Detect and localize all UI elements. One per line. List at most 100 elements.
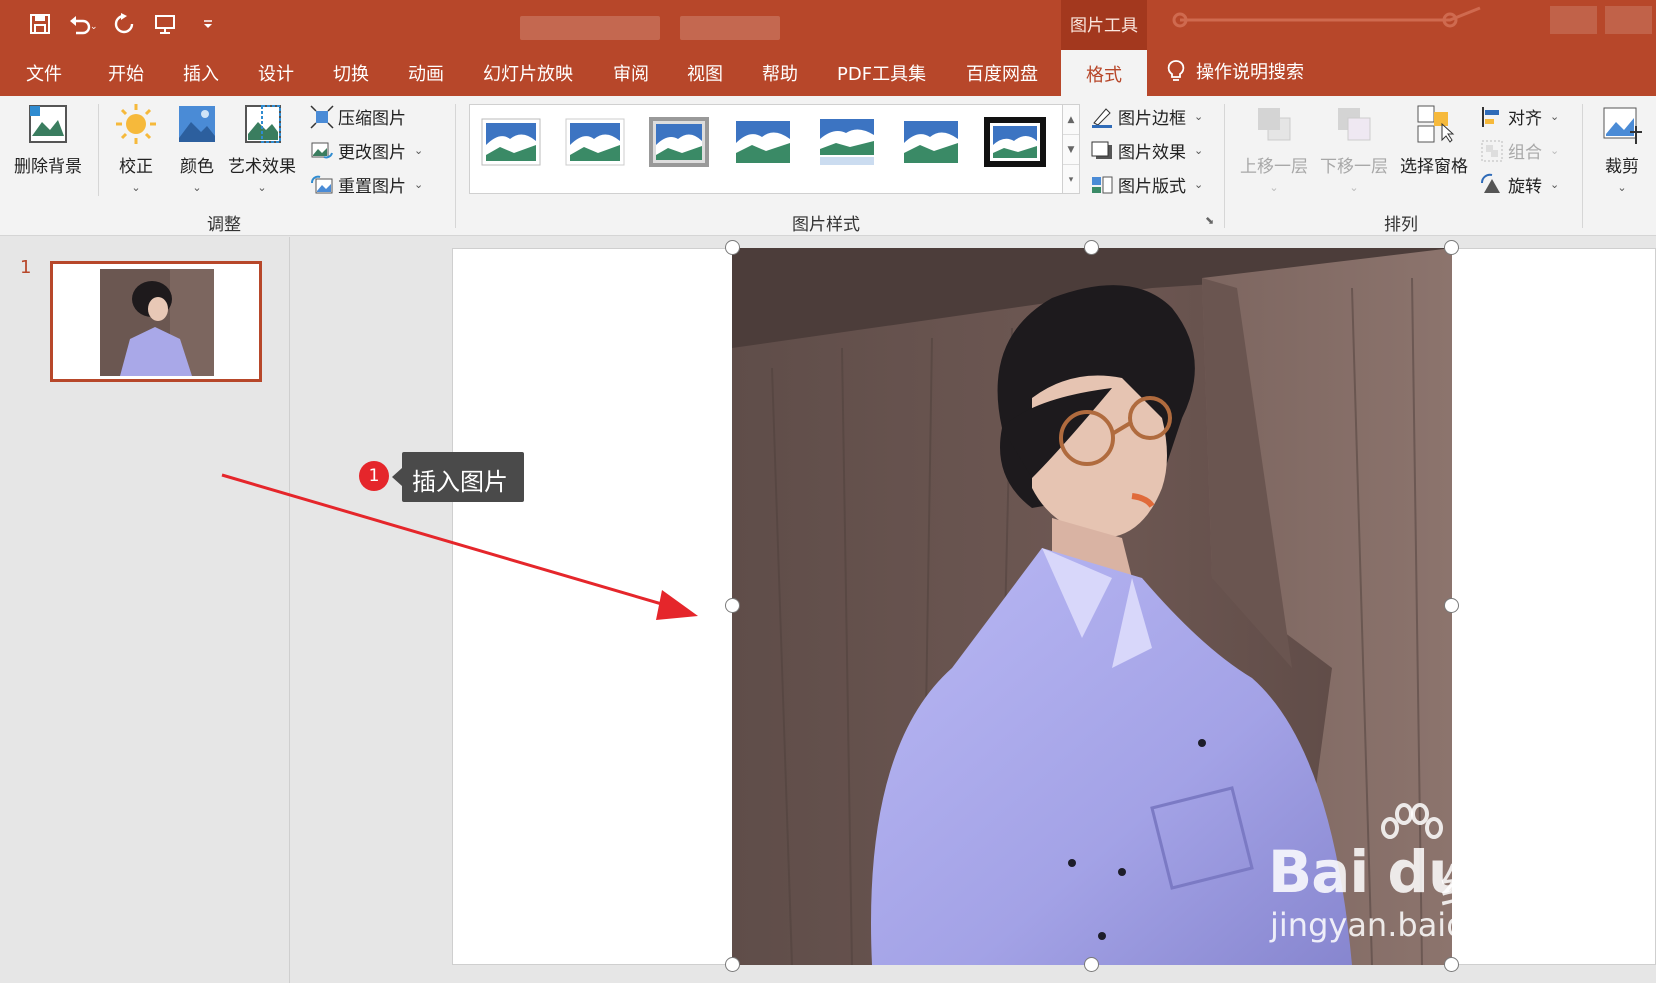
- dialog-launcher-icon[interactable]: ⬊: [1205, 214, 1214, 227]
- resize-handle-left[interactable]: [725, 598, 740, 613]
- resize-handle-top-right[interactable]: [1444, 240, 1459, 255]
- resize-handle-top[interactable]: [1084, 240, 1099, 255]
- undo-icon[interactable]: ⌄: [68, 10, 96, 38]
- style-thumbnail[interactable]: [564, 115, 626, 169]
- resize-handle-bottom-left[interactable]: [725, 957, 740, 972]
- corrections-label: 校正: [119, 157, 153, 177]
- arrange-group-label: 排列: [1384, 215, 1418, 235]
- style-thumbnail[interactable]: [816, 115, 878, 169]
- present-from-start-icon[interactable]: [152, 10, 180, 38]
- group-button[interactable]: 组合 ⌄: [1480, 138, 1559, 163]
- crop-label: 裁剪: [1605, 157, 1639, 177]
- rotate-icon: [1481, 173, 1500, 193]
- group-label: 组合: [1508, 143, 1542, 163]
- style-thumbnail[interactable]: [984, 115, 1046, 169]
- style-thumbnail[interactable]: [900, 115, 962, 169]
- selection-pane-label: 选择窗格: [1400, 157, 1468, 177]
- selection-pane-icon: [1417, 105, 1455, 143]
- style-thumbnail[interactable]: [480, 115, 542, 169]
- chevron-down-icon: ⌄: [192, 181, 202, 194]
- chevron-down-icon: ⌄: [1349, 181, 1359, 194]
- picture-tools-label: 图片工具: [1070, 16, 1138, 36]
- picture-styles-gallery: [469, 104, 1079, 194]
- gallery-down-icon[interactable]: ▼: [1063, 135, 1079, 165]
- blurred-filename: [520, 16, 660, 40]
- tab-format[interactable]: 格式: [1061, 50, 1147, 96]
- tab-help[interactable]: 帮助: [762, 60, 798, 86]
- tab-slideshow[interactable]: 幻灯片放映: [483, 60, 573, 86]
- resize-handle-bottom[interactable]: [1084, 957, 1099, 972]
- style-thumbnail[interactable]: [648, 115, 710, 169]
- picture-layout-label: 图片版式: [1118, 177, 1186, 197]
- picture-layout-icon: [1092, 176, 1113, 193]
- reset-picture-button[interactable]: 重置图片 ⌄: [310, 172, 423, 197]
- chevron-down-icon: ⌄: [1269, 181, 1279, 194]
- tab-animations[interactable]: 动画: [408, 60, 444, 86]
- align-icon: [1482, 106, 1499, 127]
- lightbulb-icon: [1167, 60, 1185, 81]
- chevron-down-icon: ⌄: [1617, 181, 1627, 194]
- rotate-label: 旋转: [1508, 177, 1542, 197]
- crop-icon: [1603, 107, 1642, 144]
- style-thumbnail[interactable]: [732, 115, 794, 169]
- chevron-down-icon: ⌄: [257, 181, 267, 194]
- picture-effects-button[interactable]: 图片效果 ⌄: [1090, 138, 1203, 163]
- resize-handle-bottom-right[interactable]: [1444, 957, 1459, 972]
- resize-handle-top-left[interactable]: [725, 240, 740, 255]
- tab-pdf-tools[interactable]: PDF工具集: [837, 60, 926, 86]
- adjust-group-label: 调整: [207, 215, 241, 235]
- bring-forward-button[interactable]: 上移一层 ⌄: [1240, 102, 1308, 194]
- chevron-down-icon: ⌄: [131, 181, 141, 194]
- chevron-down-icon: ⌄: [414, 178, 424, 191]
- corrections-button[interactable]: 校正 ⌄: [114, 102, 158, 194]
- tab-home[interactable]: 开始: [108, 60, 144, 86]
- tab-transitions[interactable]: 切换: [333, 60, 369, 86]
- maximize-button[interactable]: [1605, 6, 1652, 34]
- slide-number: 1: [20, 257, 32, 278]
- picture-border-button[interactable]: 图片边框 ⌄: [1090, 104, 1203, 129]
- artistic-effects-button[interactable]: 艺术效果 ⌄: [228, 102, 296, 194]
- chevron-down-icon: ⌄: [1550, 110, 1560, 123]
- artistic-effects-label: 艺术效果: [228, 157, 296, 177]
- tab-review[interactable]: 审阅: [613, 60, 649, 86]
- color-button[interactable]: 颜色 ⌄: [175, 102, 219, 194]
- tab-view[interactable]: 视图: [687, 60, 723, 86]
- color-label: 颜色: [180, 157, 214, 177]
- thumbnail-picture: [100, 269, 214, 376]
- gallery-scroll[interactable]: ▲ ▼ ▾: [1062, 104, 1080, 194]
- customize-qat-icon[interactable]: [194, 10, 222, 38]
- watermark-brand: Bai du: [1268, 838, 1469, 906]
- slide-thumbnail[interactable]: [50, 261, 262, 382]
- compress-pictures-button[interactable]: 压缩图片: [310, 104, 406, 129]
- group-separator: [98, 104, 99, 196]
- selection-pane-button[interactable]: 选择窗格: [1400, 102, 1468, 177]
- remove-background-button[interactable]: 删除背景: [14, 102, 82, 177]
- tab-design[interactable]: 设计: [258, 60, 294, 86]
- save-icon[interactable]: [26, 10, 54, 38]
- gallery-more-icon[interactable]: ▾: [1063, 165, 1079, 195]
- watermark-url: jingyan.baidu.com: [1270, 906, 1566, 944]
- picture-layout-button[interactable]: 图片版式 ⌄: [1090, 172, 1203, 197]
- change-picture-button[interactable]: 更改图片 ⌄: [310, 138, 423, 163]
- tell-me-search[interactable]: 操作说明搜索: [1166, 58, 1304, 84]
- crop-button[interactable]: 裁剪 ⌄: [1600, 102, 1644, 194]
- send-backward-button[interactable]: 下移一层 ⌄: [1320, 102, 1388, 194]
- redo-icon[interactable]: [110, 10, 138, 38]
- picture-effects-label: 图片效果: [1118, 143, 1186, 163]
- align-button[interactable]: 对齐 ⌄: [1480, 104, 1559, 129]
- group-separator: [455, 104, 456, 228]
- resize-handle-right[interactable]: [1444, 598, 1459, 613]
- gallery-up-icon[interactable]: ▲: [1063, 105, 1079, 135]
- tab-insert[interactable]: 插入: [183, 60, 219, 86]
- picture-styles-group-label: 图片样式: [792, 215, 860, 235]
- chevron-down-icon: ⌄: [1550, 178, 1560, 191]
- chevron-down-icon: ⌄: [1194, 178, 1204, 191]
- remove-background-label: 删除背景: [14, 157, 82, 177]
- change-picture-label: 更改图片: [338, 143, 406, 163]
- bring-forward-icon: [1258, 108, 1291, 141]
- tab-file[interactable]: 文件: [26, 60, 62, 86]
- rotate-button[interactable]: 旋转 ⌄: [1480, 172, 1559, 197]
- baidu-watermark: Bai du 经验 jingyan.baidu.com: [1268, 802, 1568, 952]
- chevron-down-icon: ⌄: [1194, 110, 1204, 123]
- tab-baidu-netdisk[interactable]: 百度网盘: [966, 60, 1038, 86]
